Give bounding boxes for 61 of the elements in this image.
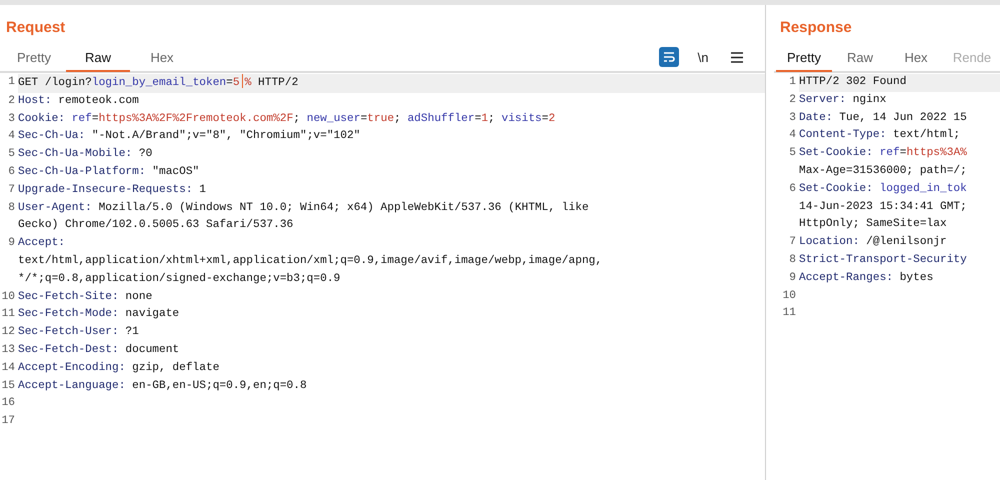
- line-number: 8: [7, 200, 16, 216]
- line-number: 4: [7, 129, 16, 144]
- line-number: 16: [0, 396, 16, 412]
- code-line: Set-Cookie: ref=https%3A% Max-Age=31536000; path=/;: [799, 146, 968, 179]
- code-line: Upgrade-Insecure-Requests: 1: [18, 182, 207, 198]
- line-number: 12: [0, 325, 16, 340]
- line-number: 9: [7, 236, 16, 252]
- code-line: Sec-Ch-Ua: "-Not.A/Brand";v="8", "Chromium";v="102": [18, 128, 362, 144]
- word-wrap-icon: [662, 50, 676, 64]
- code-line: Location: /@lenilsonjr: [799, 234, 948, 250]
- line-number: 1: [788, 75, 797, 90]
- line-number: 4: [788, 128, 797, 144]
- line-number: 2: [7, 94, 16, 109]
- line-number: 17: [0, 414, 16, 430]
- line-number: 13: [0, 342, 16, 358]
- line-number: 8: [788, 252, 797, 268]
- code-line: Strict-Transport-Security: [799, 252, 968, 268]
- code-line: Sec-Ch-Ua-Platform: "macOS": [18, 164, 200, 180]
- panel-title: Request: [5, 18, 66, 38]
- code-line: Accept-Ranges: bytes: [799, 270, 934, 286]
- line-number: 7: [7, 182, 16, 198]
- code-line: Accept-Encoding: gzip, deflate: [18, 360, 220, 376]
- tab[interactable]: Pretty: [776, 44, 832, 72]
- code-line: Sec-Fetch-User: ?1: [18, 324, 140, 340]
- line-number: 11: [782, 306, 797, 322]
- line-number: 3: [7, 112, 16, 127]
- line-number: 11: [0, 307, 16, 322]
- code-line: Content-Type: text/html;: [799, 128, 962, 144]
- line-number: 6: [788, 182, 797, 197]
- code-line: Accept-Language: en-GB,en-US;q=0.9,en;q=0.8: [18, 378, 308, 394]
- tab[interactable]: Pretty: [2, 44, 66, 72]
- code-line: Cookie: ref=https%3A%2F%2Fremoteok.com%2F; new_user=true; adShuffler=1; visits=2: [18, 112, 556, 127]
- word-wrap-button[interactable]: [659, 47, 679, 67]
- tab[interactable]: Raw: [66, 44, 130, 72]
- line-number: 5: [788, 146, 797, 162]
- panel-title: Response: [779, 18, 853, 38]
- code-line: Sec-Fetch-Dest: document: [18, 342, 180, 358]
- code-line: Date: Tue, 14 Jun 2022 15: [799, 110, 968, 126]
- line-number: 6: [7, 164, 16, 180]
- line-number: 9: [788, 270, 797, 286]
- tab[interactable]: Hex: [888, 44, 944, 72]
- line-number: 10: [782, 288, 797, 304]
- tab[interactable]: Hex: [130, 44, 194, 72]
- line-number: 5: [7, 147, 16, 162]
- line-number: 2: [788, 92, 797, 108]
- code-line: Set-Cookie: logged_in_tok 14-Jun-2023 15:34:41 GMT; HttpOnly; SameSite=lax: [799, 182, 968, 232]
- line-number: 1: [7, 75, 16, 90]
- line-number: 14: [0, 360, 16, 376]
- code-line: Sec-Fetch-Mode: navigate: [18, 306, 180, 322]
- code-line: Host: remoteok.com: [18, 94, 140, 109]
- code-line: Sec-Ch-Ua-Mobile: ?0: [18, 146, 154, 162]
- line-number: 15: [0, 378, 16, 394]
- code-line: Sec-Fetch-Site: none: [18, 290, 154, 305]
- menu-icon: [731, 52, 743, 62]
- line-number: 10: [0, 290, 16, 305]
- line-number: 7: [788, 235, 797, 250]
- code-line: Server: nginx: [799, 92, 888, 108]
- line-number: 3: [788, 110, 797, 126]
- code-line: User-Agent: Mozilla/5.0 (Windows NT 10.0; Win64; x64) AppleWebKit/537.36 (KHTML, like Gecko) Chrome/102.0.5005.63 Safari/537.36: [18, 200, 590, 234]
- tab[interactable]: Raw: [832, 44, 888, 72]
- newline-button[interactable]: \n: [693, 47, 713, 67]
